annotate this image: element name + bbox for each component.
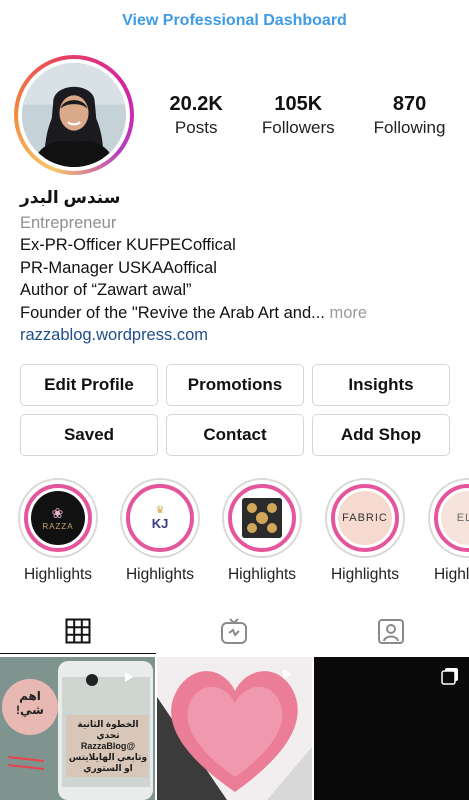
highlight-cover: ♛ KJ (133, 491, 187, 545)
profile-avatar[interactable] (14, 55, 134, 175)
bio-line-truncated: Founder of the "Revive the Arab Art and.… (20, 302, 460, 325)
highlight-label: Highlights (227, 566, 297, 583)
post-text: اهم شي! (16, 689, 44, 717)
add-shop-button[interactable]: Add Shop (312, 414, 450, 456)
tab-igtv[interactable] (156, 608, 312, 654)
highlight-cover: FABRIC (338, 491, 392, 545)
grid-icon (65, 618, 91, 644)
highlight-cover-text: RAZZA (42, 522, 74, 531)
pattern-icon (242, 498, 282, 538)
lotus-icon: ❀ (51, 505, 65, 521)
highlight-item[interactable]: ♛ KJ Highlights (112, 478, 208, 584)
avatar-illustration (22, 63, 126, 167)
highlight-item[interactable]: FABRIC Highlights (317, 478, 413, 584)
posts-count: 20.2K (169, 93, 223, 115)
profile-name: سندس البدر (20, 188, 121, 207)
posts-grid: اهم شي! الخطوة الثانية تحدي @RazzaBlog و… (0, 657, 469, 800)
following-label: Following (373, 118, 446, 137)
post-tile[interactable]: اهم شي! الخطوة الثانية تحدي @RazzaBlog و… (0, 657, 155, 800)
igtv-icon (221, 618, 248, 644)
followers-label: Followers (261, 118, 335, 137)
post-thumbnail (157, 657, 312, 800)
profile-content-tabs (0, 608, 469, 654)
following-stat[interactable]: 870 Following (374, 93, 446, 138)
highlight-item[interactable]: ❀ RAZZA Highlights (10, 478, 106, 584)
multiple-posts-icon (441, 668, 458, 685)
highlight-cover: ❀ RAZZA (31, 491, 85, 545)
posts-label: Posts (174, 118, 218, 137)
following-count: 870 (392, 93, 427, 115)
highlight-label: Highlights (125, 566, 195, 583)
highlight-label: Highlights (330, 566, 400, 583)
website-link[interactable]: razzablog.wordpress.com (20, 324, 460, 347)
post-text: الخطوة الثانية (77, 719, 139, 729)
post-text-block: الخطوة الثانية تحدي @RazzaBlog وتابعي ال… (68, 719, 148, 774)
more-link[interactable]: more (329, 304, 367, 322)
view-professional-dashboard-link[interactable]: View Professional Dashboard (0, 12, 469, 30)
promotions-button[interactable]: Promotions (166, 364, 304, 406)
highlight-label: Highlights (23, 566, 93, 583)
post-tile[interactable] (157, 657, 312, 800)
highlight-cover: ELL (441, 491, 469, 545)
followers-count: 105K (274, 93, 323, 115)
saved-button[interactable]: Saved (20, 414, 158, 456)
active-tab-indicator (0, 653, 156, 654)
highlight-item[interactable]: Highlights (214, 478, 310, 584)
profile-stats: 20.2K Posts 105K Followers 870 Following (150, 93, 465, 138)
crown-icon: ♛ (155, 505, 165, 516)
post-tile[interactable] (314, 657, 469, 800)
followers-stat[interactable]: 105K Followers (262, 93, 335, 138)
tagged-person-icon (377, 619, 404, 644)
edit-profile-button[interactable]: Edit Profile (20, 364, 158, 406)
posts-stat[interactable]: 20.2K Posts (170, 93, 223, 138)
highlight-cover-text: KJ (151, 516, 169, 531)
bio-line: Author of “Zawart awal” (20, 281, 192, 299)
post-text: او الستوري (83, 763, 133, 773)
story-highlights-row: ❀ RAZZA Highlights ♛ KJ Highlights Highl… (0, 478, 469, 588)
highlight-label: Highlights (433, 566, 469, 583)
tab-posts-grid[interactable] (0, 608, 156, 654)
avatar-photo (22, 63, 126, 167)
profile-bio: سندس البدر Entrepreneur Ex-PR-Officer KU… (20, 187, 460, 347)
profile-action-buttons: Edit Profile Promotions Insights Saved C… (20, 364, 450, 456)
post-text: @RazzaBlog (80, 741, 136, 751)
post-text: تحدي (96, 730, 120, 740)
tab-tagged[interactable] (313, 608, 469, 654)
highlight-cover (235, 491, 289, 545)
bio-line: Founder of the "Revive the Arab Art and.… (20, 303, 325, 322)
insights-button[interactable]: Insights (312, 364, 450, 406)
post-text: وتابعي الهايلايتس (68, 752, 148, 762)
bio-line: PR-Manager USKAAoffical (20, 258, 217, 277)
bio-line: Ex-PR-Officer KUFPECoffical (20, 236, 236, 254)
profile-category: Entrepreneur (20, 213, 117, 232)
highlight-item[interactable]: ELL Highlights (420, 478, 469, 584)
contact-button[interactable]: Contact (166, 414, 304, 456)
